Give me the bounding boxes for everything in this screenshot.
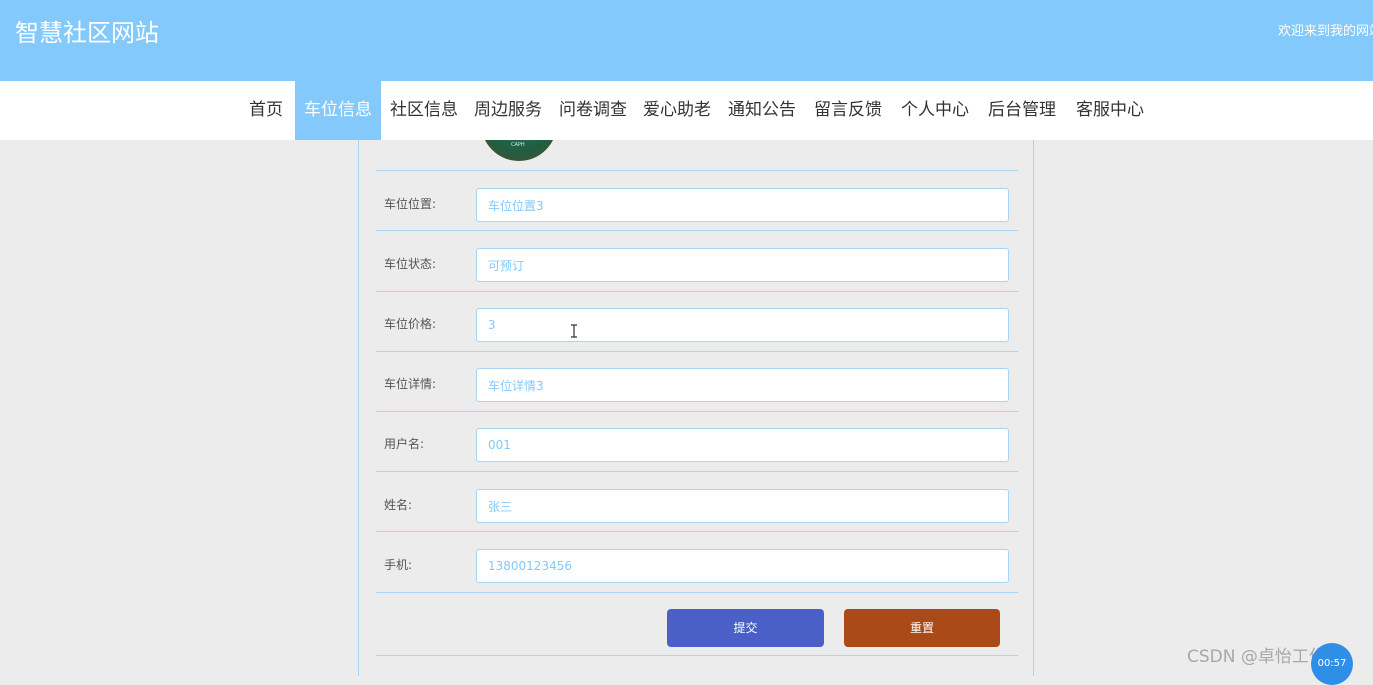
label-parking-price: 车位价格:	[384, 317, 437, 331]
nav-item-feedback[interactable]: 留言反馈	[808, 81, 888, 140]
label-username: 用户名:	[384, 437, 425, 451]
label-parking-details: 车位详情:	[384, 377, 437, 391]
row-divider	[376, 170, 1018, 171]
parking-price-input[interactable]	[476, 308, 1009, 342]
nav-item-survey[interactable]: 问卷调查	[553, 81, 633, 140]
nav-item-announcements[interactable]: 通知公告	[722, 81, 802, 140]
text-cursor-icon	[571, 324, 577, 338]
row-divider	[376, 351, 1018, 352]
label-parking-status: 车位状态:	[384, 257, 437, 271]
nav-item-elder-care[interactable]: 爱心助老	[637, 81, 717, 140]
nav-item-nearby-services[interactable]: 周边服务	[468, 81, 548, 140]
site-header: 智慧社区网站 欢迎来到我的网站	[0, 0, 1373, 81]
row-divider	[376, 592, 1018, 593]
parking-details-input[interactable]	[476, 368, 1009, 402]
avatar-text: CAPH	[511, 142, 525, 148]
row-divider	[376, 230, 1018, 231]
parking-location-input[interactable]	[476, 188, 1009, 222]
name-input[interactable]	[476, 489, 1009, 523]
row-divider	[376, 655, 1018, 656]
label-name: 姓名:	[384, 498, 413, 512]
submit-button[interactable]: 提交	[667, 609, 824, 647]
nav-item-parking-info[interactable]: 车位信息	[295, 81, 381, 140]
main-nav: 首页 车位信息 社区信息 周边服务 问卷调查 爱心助老 通知公告 留言反馈 个人…	[0, 81, 1373, 140]
row-divider	[376, 411, 1018, 412]
nav-item-personal-center[interactable]: 个人中心	[895, 81, 975, 140]
nav-item-home[interactable]: 首页	[240, 81, 292, 140]
nav-item-community-info[interactable]: 社区信息	[384, 81, 464, 140]
phone-input[interactable]	[476, 549, 1009, 583]
label-parking-location: 车位位置:	[384, 197, 437, 211]
label-phone: 手机:	[384, 558, 413, 572]
welcome-text: 欢迎来到我的网站	[1278, 24, 1373, 39]
row-divider	[376, 531, 1018, 532]
reset-button[interactable]: 重置	[844, 609, 1000, 647]
nav-item-admin[interactable]: 后台管理	[982, 81, 1062, 140]
row-divider	[376, 291, 1018, 292]
parking-status-input[interactable]	[476, 248, 1009, 282]
username-input[interactable]	[476, 428, 1009, 462]
floating-clock-badge[interactable]: 00:57	[1311, 643, 1353, 685]
row-divider	[376, 471, 1018, 472]
site-title[interactable]: 智慧社区网站	[15, 16, 159, 50]
avatar-image: CAPH	[481, 140, 557, 161]
nav-item-customer-service[interactable]: 客服中心	[1070, 81, 1150, 140]
